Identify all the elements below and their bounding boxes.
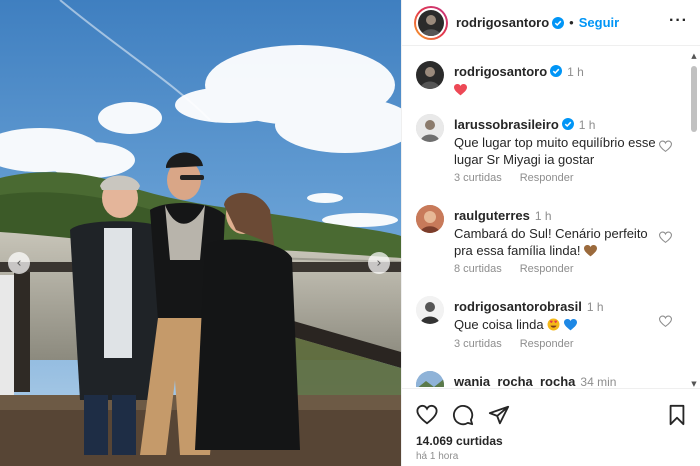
commenter-username[interactable]: rodrigosantorobrasil xyxy=(454,299,582,314)
verified-badge-icon xyxy=(552,16,565,29)
comment-meta: 3 curtidas Responder xyxy=(454,172,592,184)
previous-photo-button[interactable]: ‹ xyxy=(8,252,30,274)
avatar-image xyxy=(416,205,444,233)
chevron-right-icon: › xyxy=(376,255,382,271)
caption-time: 1 h xyxy=(567,65,584,79)
reply-button[interactable]: Responder xyxy=(520,172,574,184)
commenter-avatar[interactable] xyxy=(416,371,444,387)
caption-avatar[interactable] xyxy=(416,61,444,89)
commenter-username[interactable]: wania_rocha_rocha xyxy=(454,374,575,387)
likes-count[interactable]: 14.069 curtidas xyxy=(416,434,503,448)
commenter-username[interactable]: raulguterres xyxy=(454,208,530,223)
comment-meta: 3 curtidas Responder xyxy=(454,338,592,350)
post-details-panel: rodrigosantoro • Seguir ··· rodrigosanto… xyxy=(401,0,700,466)
verified-badge-icon xyxy=(550,65,563,77)
author-username[interactable]: rodrigosantoro xyxy=(456,15,549,30)
comment-likes[interactable]: 3 curtidas xyxy=(454,338,502,350)
comment-time: 34 min xyxy=(580,375,617,387)
follow-button[interactable]: Seguir xyxy=(579,15,619,30)
post-timestamp: há 1 hora xyxy=(416,451,459,462)
red-heart-emoji-icon xyxy=(454,84,467,96)
comment-time: 1 h xyxy=(578,118,596,132)
photo-scene xyxy=(0,0,401,466)
post-actions: 14.069 curtidas há 1 hora xyxy=(402,388,700,466)
avatar-image xyxy=(416,296,444,324)
heart-icon[interactable] xyxy=(416,404,438,426)
verified-badge-icon xyxy=(561,118,574,130)
comment-body: larussobrasileiro 1 h Que lugar top muito… xyxy=(454,116,660,168)
share-icon[interactable] xyxy=(488,404,510,426)
next-photo-button[interactable]: › xyxy=(368,252,390,274)
comment-icon[interactable] xyxy=(452,404,474,426)
post-photo[interactable]: ‹ › xyxy=(0,0,401,466)
comments-scrollbar[interactable]: ▲ ▼ xyxy=(690,52,698,388)
comment-body: wania_rocha_rocha 34 min xyxy=(454,373,660,387)
comment-body: raulguterres 1 h Cambará do Sul! Cenário … xyxy=(454,207,660,259)
reply-button[interactable]: Responder xyxy=(520,263,574,275)
like-comment-heart-icon[interactable] xyxy=(659,140,672,153)
comment-body: rodrigosantorobrasil 1 h Que coisa linda xyxy=(454,298,660,333)
like-comment-heart-icon[interactable] xyxy=(659,315,672,328)
like-comment-heart-icon[interactable] xyxy=(659,231,672,244)
comment-meta: 8 curtidas Responder xyxy=(454,263,592,275)
instagram-post-window: ‹ › rodrigosantoro • Seguir ··· rodrigos… xyxy=(0,0,700,466)
caption-username[interactable]: rodrigosantoro xyxy=(454,64,547,79)
brown-heart-emoji-icon xyxy=(584,245,598,257)
heart-eyes-emoji-icon xyxy=(547,318,560,331)
scrollbar-thumb[interactable] xyxy=(691,66,697,132)
blue-heart-emoji-icon xyxy=(563,319,577,331)
separator-dot: • xyxy=(569,15,574,30)
reply-button[interactable]: Responder xyxy=(520,338,574,350)
comment-time: 1 h xyxy=(586,300,604,314)
comments-list[interactable]: rodrigosantoro 1 h larussobrasileiro 1 h Q… xyxy=(402,47,688,387)
comment-likes[interactable]: 3 curtidas xyxy=(454,172,502,184)
scroll-down-arrow-icon[interactable]: ▼ xyxy=(690,380,698,388)
chevron-left-icon: ‹ xyxy=(16,255,22,271)
comment-time: 1 h xyxy=(534,209,552,223)
comment-likes[interactable]: 8 curtidas xyxy=(454,263,502,275)
comment-text: Cambará do Sul! Cenário perfeito pra ess… xyxy=(454,226,648,258)
commenter-avatar[interactable] xyxy=(416,114,444,142)
post-header: rodrigosantoro • Seguir ··· xyxy=(402,0,700,46)
commenter-avatar[interactable] xyxy=(416,296,444,324)
avatar-image xyxy=(416,371,444,387)
comment-text: Que lugar top muito equilíbrio esse luga… xyxy=(454,135,656,167)
caption-body: rodrigosantoro 1 h xyxy=(454,63,660,98)
commenter-avatar[interactable] xyxy=(416,205,444,233)
author-avatar[interactable] xyxy=(414,5,448,40)
avatar-image xyxy=(420,67,440,89)
scroll-up-arrow-icon[interactable]: ▲ xyxy=(690,52,698,60)
avatar-image xyxy=(421,14,441,36)
comment-text: Que coisa linda xyxy=(454,317,544,332)
commenter-username[interactable]: larussobrasileiro xyxy=(454,117,559,132)
more-options-icon[interactable]: ··· xyxy=(669,13,688,29)
avatar-image xyxy=(416,114,444,142)
bookmark-icon[interactable] xyxy=(666,404,688,426)
